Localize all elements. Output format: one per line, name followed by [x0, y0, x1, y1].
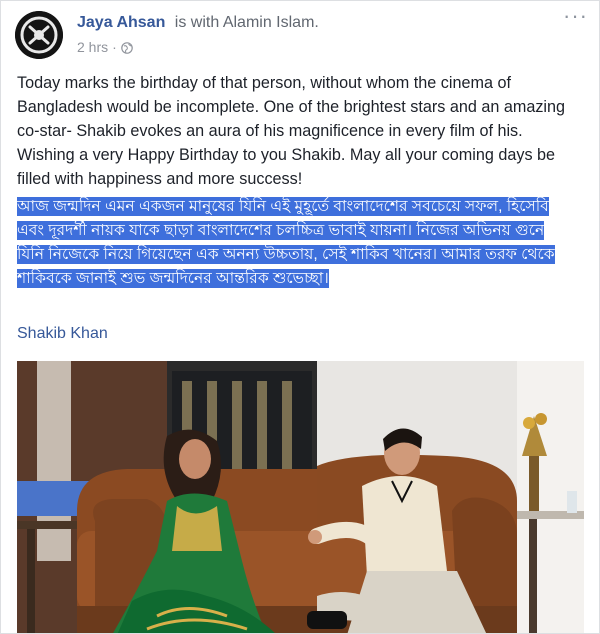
globe-icon[interactable] — [120, 41, 133, 54]
post-meta: 2 hrs · — [77, 39, 133, 55]
mention-link[interactable]: Shakib Khan — [17, 325, 108, 343]
post-body-bengali: আজ জন্মদিন এমন একজন মানুষের যিনি এই মুহূ… — [17, 195, 557, 291]
post-photo[interactable] — [17, 361, 584, 633]
author-avatar[interactable] — [15, 11, 63, 59]
timestamp-link[interactable]: 2 hrs — [77, 39, 108, 55]
post-card: Jaya Ahsan is with Alamin Islam. 2 hrs ·… — [0, 0, 600, 634]
separator: . — [314, 14, 319, 31]
post-header: Jaya Ahsan is with Alamin Islam. 2 hrs ·… — [15, 5, 587, 61]
selected-text-highlight: আজ জন্মদিন এমন একজন মানুষের যিনি এই মুহূ… — [17, 197, 555, 288]
tagged-person-link[interactable]: Alamin Islam — [223, 14, 315, 31]
post-title-line: Jaya Ahsan is with Alamin Islam. — [77, 14, 319, 32]
more-options-icon[interactable]: ··· — [563, 5, 587, 31]
author-name-link[interactable]: Jaya Ahsan — [77, 14, 165, 31]
post-body-english: Today marks the birthday of that person,… — [17, 74, 566, 188]
with-text: is with — [174, 14, 220, 31]
meta-dot: · — [112, 39, 117, 55]
